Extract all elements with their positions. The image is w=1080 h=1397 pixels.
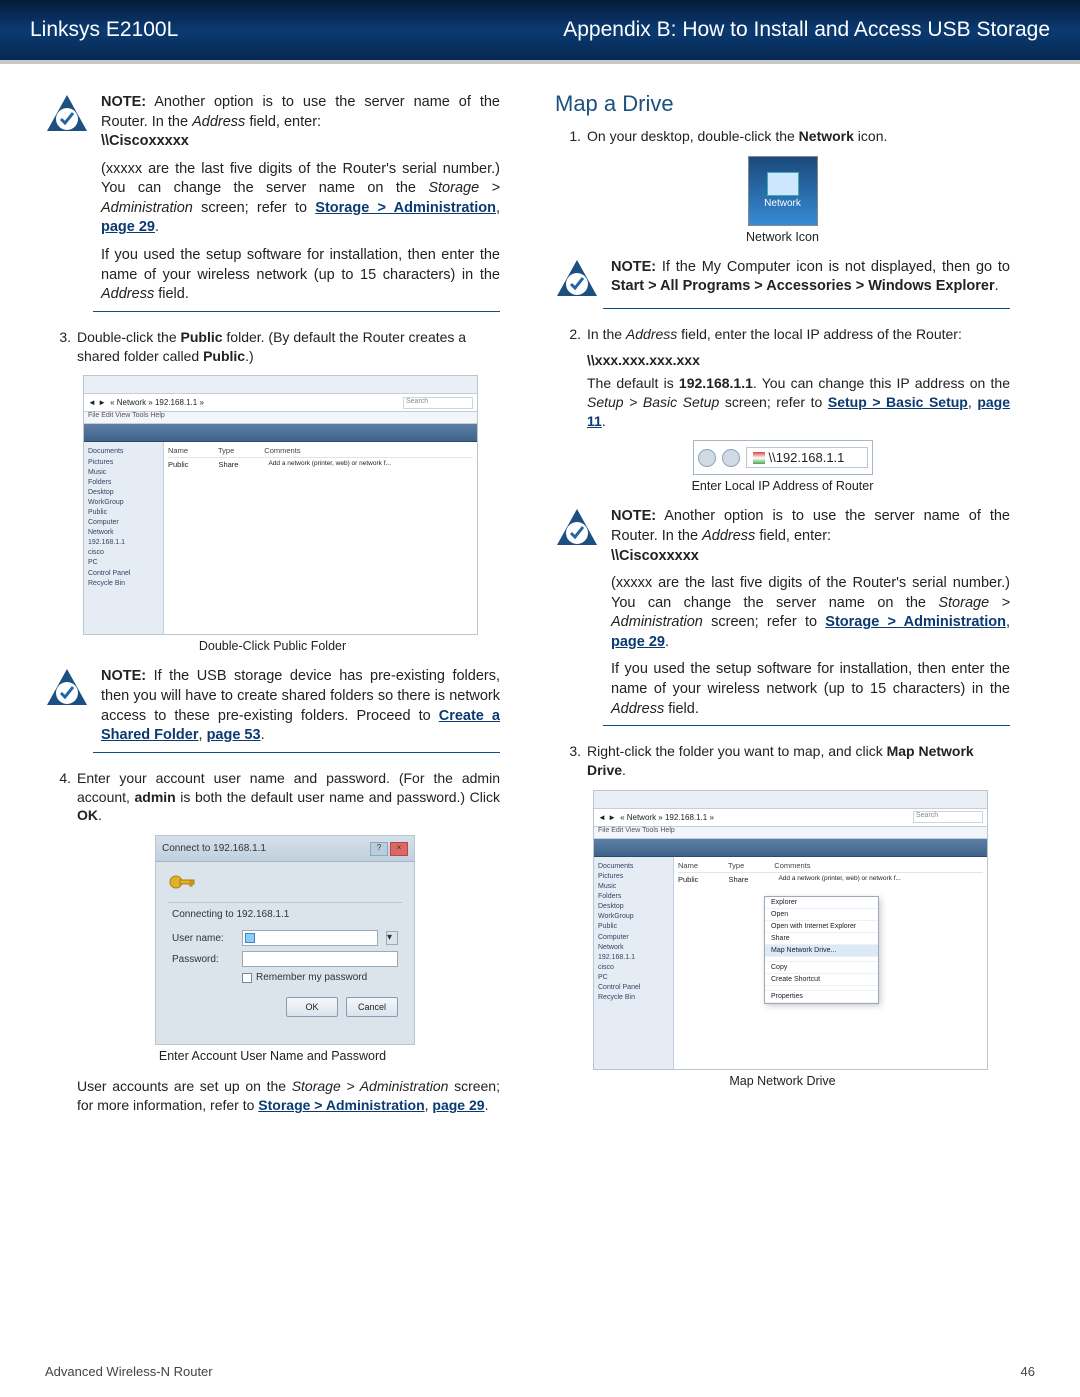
checkmark-icon bbox=[555, 258, 599, 302]
step-1-right: 1. On your desktop, double-click the Net… bbox=[555, 127, 1010, 146]
cancel-button[interactable]: Cancel bbox=[346, 997, 398, 1017]
note-rule bbox=[603, 725, 1010, 726]
screenshot-map-drive: ◄ ►« Network » 192.168.1.1 »Search File … bbox=[593, 790, 988, 1070]
note-body: NOTE: Another option is to use the serve… bbox=[101, 93, 500, 305]
context-menu[interactable]: ExplorerOpenOpen with Internet ExplorerS… bbox=[764, 896, 879, 1004]
step-2-right: 2. In the Address field, enter the local… bbox=[555, 325, 1010, 344]
basic-setup-link[interactable]: Setup > Basic Setup bbox=[828, 394, 968, 410]
section-heading: Map a Drive bbox=[555, 91, 1010, 117]
ip-paragraph: The default is 192.168.1.1. You can chan… bbox=[587, 374, 1010, 431]
ip-template: \\xxx.xxx.xxx.xxx bbox=[587, 352, 700, 368]
note-block-2: NOTE: If the USB storage device has pre-… bbox=[45, 667, 500, 745]
step-4: 4. Enter your account user name and pass… bbox=[45, 769, 500, 826]
screenshot-ip-label: Enter Local IP Address of Router bbox=[555, 479, 1010, 493]
step-3: 3. Double-click the Public folder. (By d… bbox=[45, 328, 500, 366]
page-29-link[interactable]: page 29 bbox=[432, 1097, 484, 1113]
page-53-link[interactable]: page 53 bbox=[207, 727, 261, 743]
note-rule bbox=[603, 308, 1010, 309]
footer-left: Advanced Wireless-N Router bbox=[45, 1364, 213, 1379]
screenshot-public-folder: ◄ ►« Network » 192.168.1.1 »Search File … bbox=[83, 375, 478, 635]
right-column: Map a Drive 1. On your desktop, double-c… bbox=[555, 89, 1010, 1121]
note-block-1: NOTE: Another option is to use the serve… bbox=[45, 93, 500, 305]
screenshot-a-label: Double-Click Public Folder bbox=[45, 639, 500, 653]
checkmark-icon bbox=[555, 507, 599, 551]
network-icon-shot: Network bbox=[748, 156, 818, 226]
address-value: \\192.168.1.1 bbox=[769, 450, 845, 465]
para-user-accounts: User accounts are set up on the Storage … bbox=[77, 1077, 500, 1115]
screenshot-c-label: Map Network Drive bbox=[555, 1074, 1010, 1088]
page-header: Linksys E2100L Appendix B: How to Instal… bbox=[0, 0, 1080, 60]
network-icon-label: Network Icon bbox=[555, 230, 1010, 244]
screenshot-login: Connect to 192.168.1.1?× Connecting to 1… bbox=[155, 835, 415, 1045]
page-29-link[interactable]: page 29 bbox=[101, 219, 155, 235]
checkmark-icon bbox=[45, 93, 89, 137]
page-footer: Advanced Wireless-N Router 46 bbox=[45, 1364, 1035, 1379]
header-left: Linksys E2100L bbox=[30, 18, 178, 42]
note-block-3: NOTE: If the My Computer icon is not dis… bbox=[555, 258, 1010, 302]
step-3-right: 3. Right-click the folder you want to ma… bbox=[555, 742, 1010, 780]
storage-admin-link[interactable]: Storage > Administration bbox=[315, 200, 496, 216]
screenshot-b-label: Enter Account User Name and Password bbox=[45, 1049, 500, 1063]
screenshot-ip-bar: \\192.168.1.1 bbox=[693, 440, 873, 475]
header-right: Appendix B: How to Install and Access US… bbox=[563, 18, 1050, 42]
explorer-nav: DocumentsPicturesMusic FoldersDesktopWor… bbox=[84, 442, 164, 634]
left-column: NOTE: Another option is to use the serve… bbox=[45, 89, 500, 1121]
storage-admin-link[interactable]: Storage > Administration bbox=[258, 1097, 424, 1113]
storage-admin-link[interactable]: Storage > Administration bbox=[825, 614, 1006, 630]
ok-button[interactable]: OK bbox=[286, 997, 338, 1017]
note-rule bbox=[93, 752, 500, 753]
note-rule bbox=[93, 311, 500, 312]
checkmark-icon bbox=[45, 667, 89, 711]
page-29-link[interactable]: page 29 bbox=[611, 634, 665, 650]
footer-page-number: 46 bbox=[1021, 1364, 1035, 1379]
note-block-4: NOTE: Another option is to use the serve… bbox=[555, 507, 1010, 719]
